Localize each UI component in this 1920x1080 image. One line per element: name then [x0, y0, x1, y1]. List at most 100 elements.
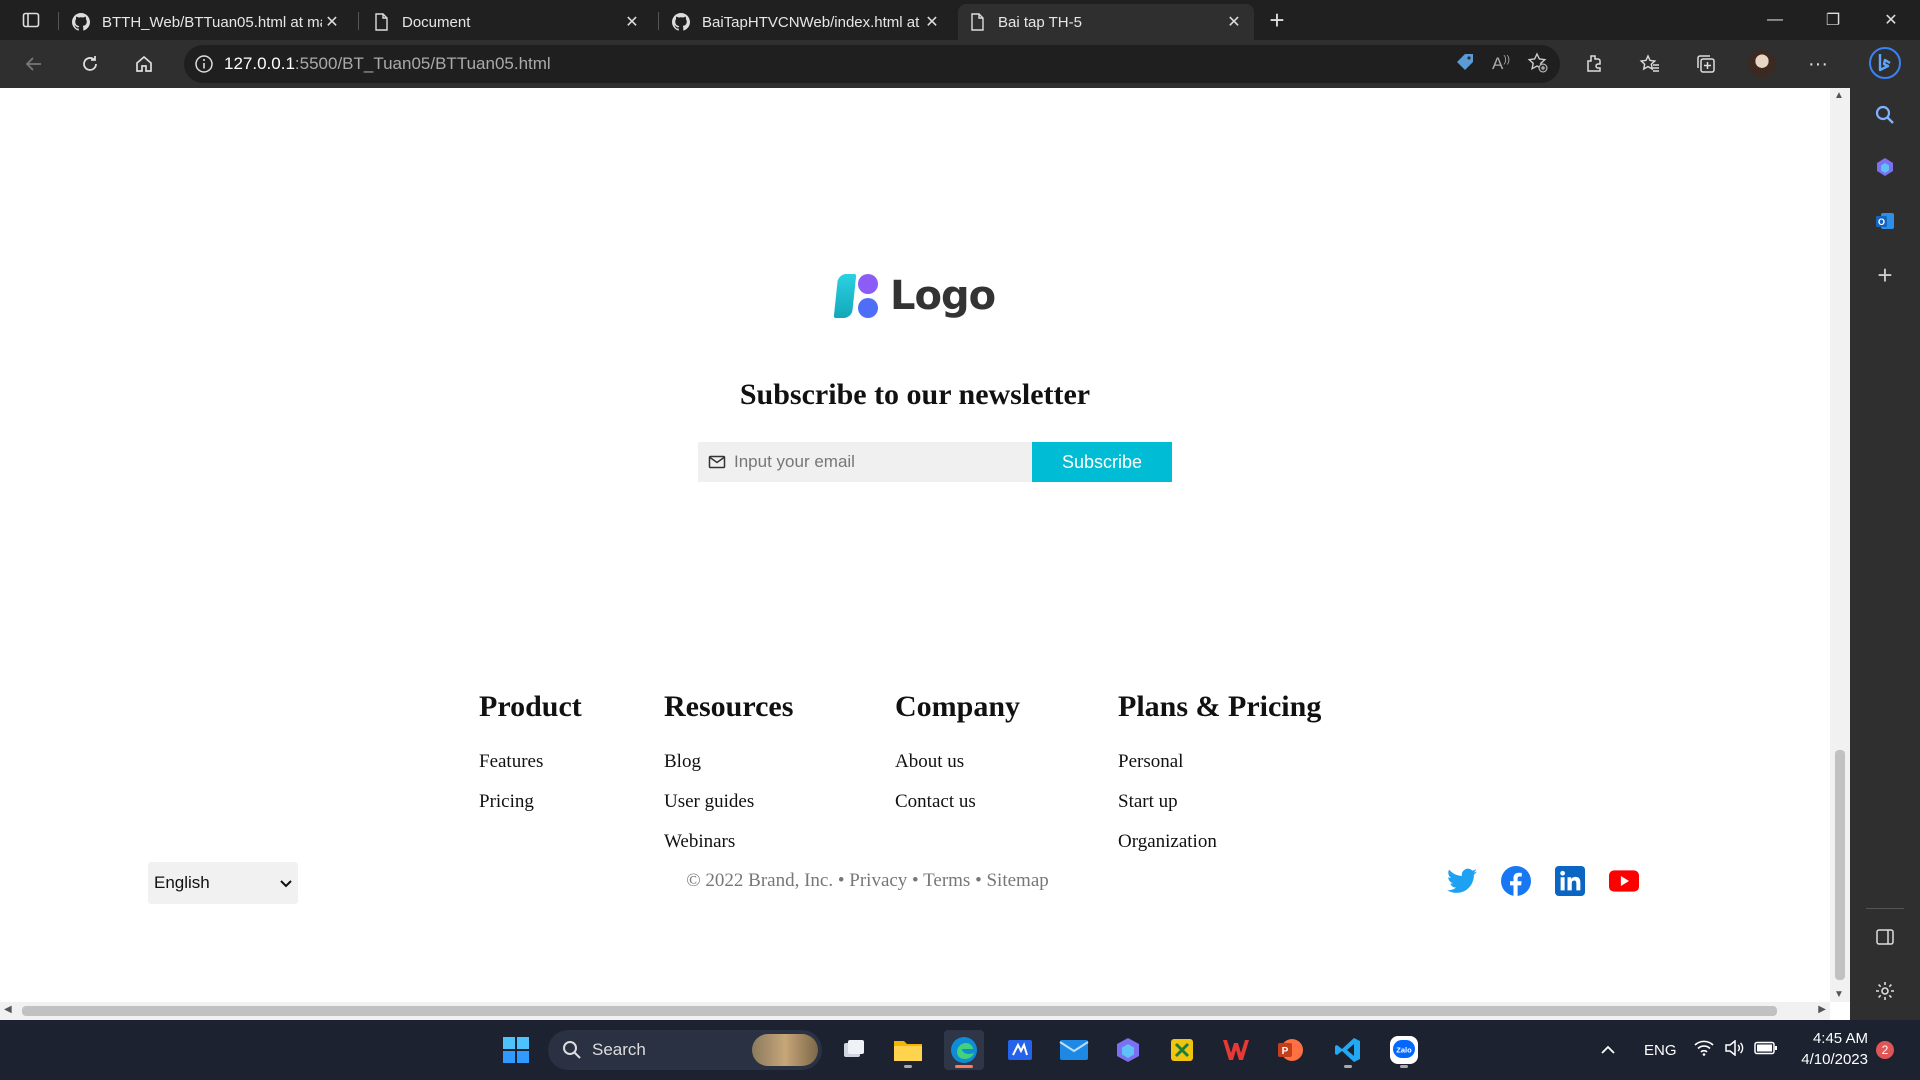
footer-link[interactable]: Pricing — [479, 790, 582, 830]
taskbar: Search P Zalo ENG 4:45 AM 4/10/2023 2 — [0, 1020, 1920, 1080]
footer-link[interactable]: Personal — [1118, 750, 1321, 790]
footer-link[interactable]: Start up — [1118, 790, 1321, 830]
tab-document[interactable]: Document ✕ — [362, 4, 652, 40]
footer-link[interactable]: User guides — [664, 790, 793, 830]
footer-link[interactable]: About us — [895, 750, 1020, 790]
email-field-wrapper — [698, 442, 1032, 482]
tab-close-button[interactable]: ✕ — [622, 12, 642, 32]
outlook-icon[interactable]: O — [1864, 200, 1906, 242]
vscode-icon[interactable] — [1328, 1030, 1368, 1070]
settings-gear-icon[interactable] — [1864, 970, 1906, 1012]
minimize-button[interactable]: — — [1746, 0, 1804, 40]
tab-bai-tap-th5[interactable]: Bai tap TH-5 ✕ — [958, 4, 1254, 40]
brand-logo[interactable]: Logo — [833, 272, 996, 320]
youtube-icon[interactable] — [1608, 865, 1640, 897]
more-menu-icon[interactable]: ··· — [1798, 48, 1838, 80]
profile-avatar[interactable] — [1742, 48, 1782, 80]
tab-close-button[interactable]: ✕ — [322, 12, 342, 32]
email-input[interactable] — [734, 452, 1014, 472]
powerpoint-icon[interactable]: P — [1270, 1030, 1310, 1070]
snipping-tool-icon[interactable] — [1162, 1030, 1202, 1070]
file-explorer-icon[interactable] — [888, 1030, 928, 1070]
copilot-icon[interactable] — [1864, 146, 1906, 188]
edge-icon[interactable] — [944, 1030, 984, 1070]
horizontal-scroll-thumb[interactable] — [22, 1006, 1777, 1016]
tab-title: Document — [402, 13, 471, 31]
footer-link[interactable]: Contact us — [895, 790, 1020, 830]
visual-studio-icon[interactable] — [1000, 1030, 1040, 1070]
close-window-button[interactable]: ✕ — [1862, 0, 1920, 40]
read-aloud-icon[interactable]: A)) — [1492, 54, 1510, 74]
tab-title: BTTH_Web/BTTuan05.html at ma — [102, 13, 322, 31]
notification-badge[interactable]: 2 — [1876, 1041, 1894, 1059]
back-button[interactable] — [16, 48, 52, 80]
logo-mark-icon — [833, 272, 882, 320]
task-view-icon[interactable] — [834, 1030, 874, 1070]
add-sidebar-app-icon[interactable]: + — [1864, 254, 1906, 296]
github-icon — [72, 13, 90, 31]
home-button[interactable] — [126, 48, 162, 80]
tab-actions-button[interactable] — [14, 8, 48, 32]
extensions-icon[interactable] — [1574, 48, 1614, 80]
footer-link[interactable]: Organization — [1118, 830, 1321, 870]
show-hidden-icons[interactable] — [1600, 1020, 1616, 1080]
wps-office-icon[interactable] — [1216, 1030, 1256, 1070]
column-heading: Company — [895, 690, 1021, 723]
start-windows-icon[interactable] — [496, 1030, 536, 1070]
copilot-app-icon[interactable] — [1108, 1030, 1148, 1070]
coupon-tag-icon[interactable] — [1454, 51, 1476, 78]
zalo-icon[interactable]: Zalo — [1384, 1030, 1424, 1070]
new-tab-button[interactable]: + — [1262, 5, 1292, 35]
footer-link[interactable]: Blog — [664, 750, 793, 790]
vertical-scroll-thumb[interactable] — [1835, 750, 1845, 980]
system-tray-status[interactable] — [1694, 1020, 1778, 1080]
battery-icon — [1754, 1041, 1778, 1059]
refresh-button[interactable] — [72, 48, 108, 80]
facebook-icon[interactable] — [1500, 865, 1532, 897]
hide-sidebar-icon[interactable] — [1864, 916, 1906, 958]
input-language-indicator[interactable]: ENG — [1644, 1020, 1677, 1080]
tab-baitaphtvcnweb[interactable]: BaiTapHTVCNWeb/index.html at ✕ — [662, 4, 952, 40]
newsletter-title: Subscribe to our newsletter — [739, 378, 1091, 411]
footer-column-resources: Resources Blog User guides Webinars — [664, 690, 793, 870]
page-icon — [372, 13, 390, 31]
url-field[interactable]: 127.0.0.1:5500/BT_Tuan05/BTTuan05.html A… — [184, 45, 1560, 83]
mail-icon — [708, 454, 726, 470]
collections-icon[interactable] — [1686, 48, 1726, 80]
wifi-icon — [1694, 1040, 1714, 1060]
vertical-scrollbar[interactable]: ▲ ▼ — [1830, 88, 1850, 1002]
horizontal-scrollbar[interactable]: ◀ ▶ — [0, 1002, 1830, 1020]
favorites-icon[interactable] — [1630, 48, 1670, 80]
tab-btth-web[interactable]: BTTH_Web/BTTuan05.html at ma ✕ — [62, 4, 352, 40]
site-info-icon[interactable] — [184, 54, 224, 74]
svg-text:O: O — [1878, 217, 1885, 227]
svg-text:P: P — [1282, 1046, 1289, 1057]
search-icon[interactable] — [1864, 94, 1906, 136]
footer-link[interactable]: Webinars — [664, 830, 793, 870]
github-icon — [672, 13, 690, 31]
restore-button[interactable]: ❐ — [1804, 0, 1862, 40]
footer-column-product: Product Features Pricing — [479, 690, 582, 830]
input-language-label: ENG — [1644, 1041, 1677, 1059]
back-arrow-icon — [25, 57, 41, 71]
taskbar-clock[interactable]: 4:45 AM 4/10/2023 — [1796, 1028, 1868, 1070]
svg-text:Zalo: Zalo — [1396, 1046, 1412, 1055]
tab-close-button[interactable]: ✕ — [922, 12, 942, 32]
mail-app-icon[interactable] — [1054, 1030, 1094, 1070]
subscribe-button[interactable]: Subscribe — [1032, 442, 1172, 482]
subscribe-form: Subscribe — [698, 442, 1172, 482]
refresh-icon — [83, 56, 97, 71]
footer-link[interactable]: Features — [479, 750, 582, 790]
taskbar-search[interactable]: Search — [548, 1030, 822, 1070]
home-icon — [136, 55, 152, 72]
clock-date: 4/10/2023 — [1801, 1051, 1868, 1068]
add-favorite-icon[interactable] — [1526, 51, 1548, 78]
bing-chat-icon[interactable] — [1864, 42, 1906, 84]
logo-text: Logo — [890, 273, 996, 319]
toolbar: ··· — [1574, 48, 1854, 80]
footer-column-plans: Plans & Pricing Personal Start up Organi… — [1118, 690, 1321, 870]
column-heading: Product — [479, 690, 582, 723]
tab-close-button[interactable]: ✕ — [1224, 12, 1244, 32]
linkedin-icon[interactable] — [1554, 865, 1586, 897]
twitter-icon[interactable] — [1446, 865, 1478, 897]
